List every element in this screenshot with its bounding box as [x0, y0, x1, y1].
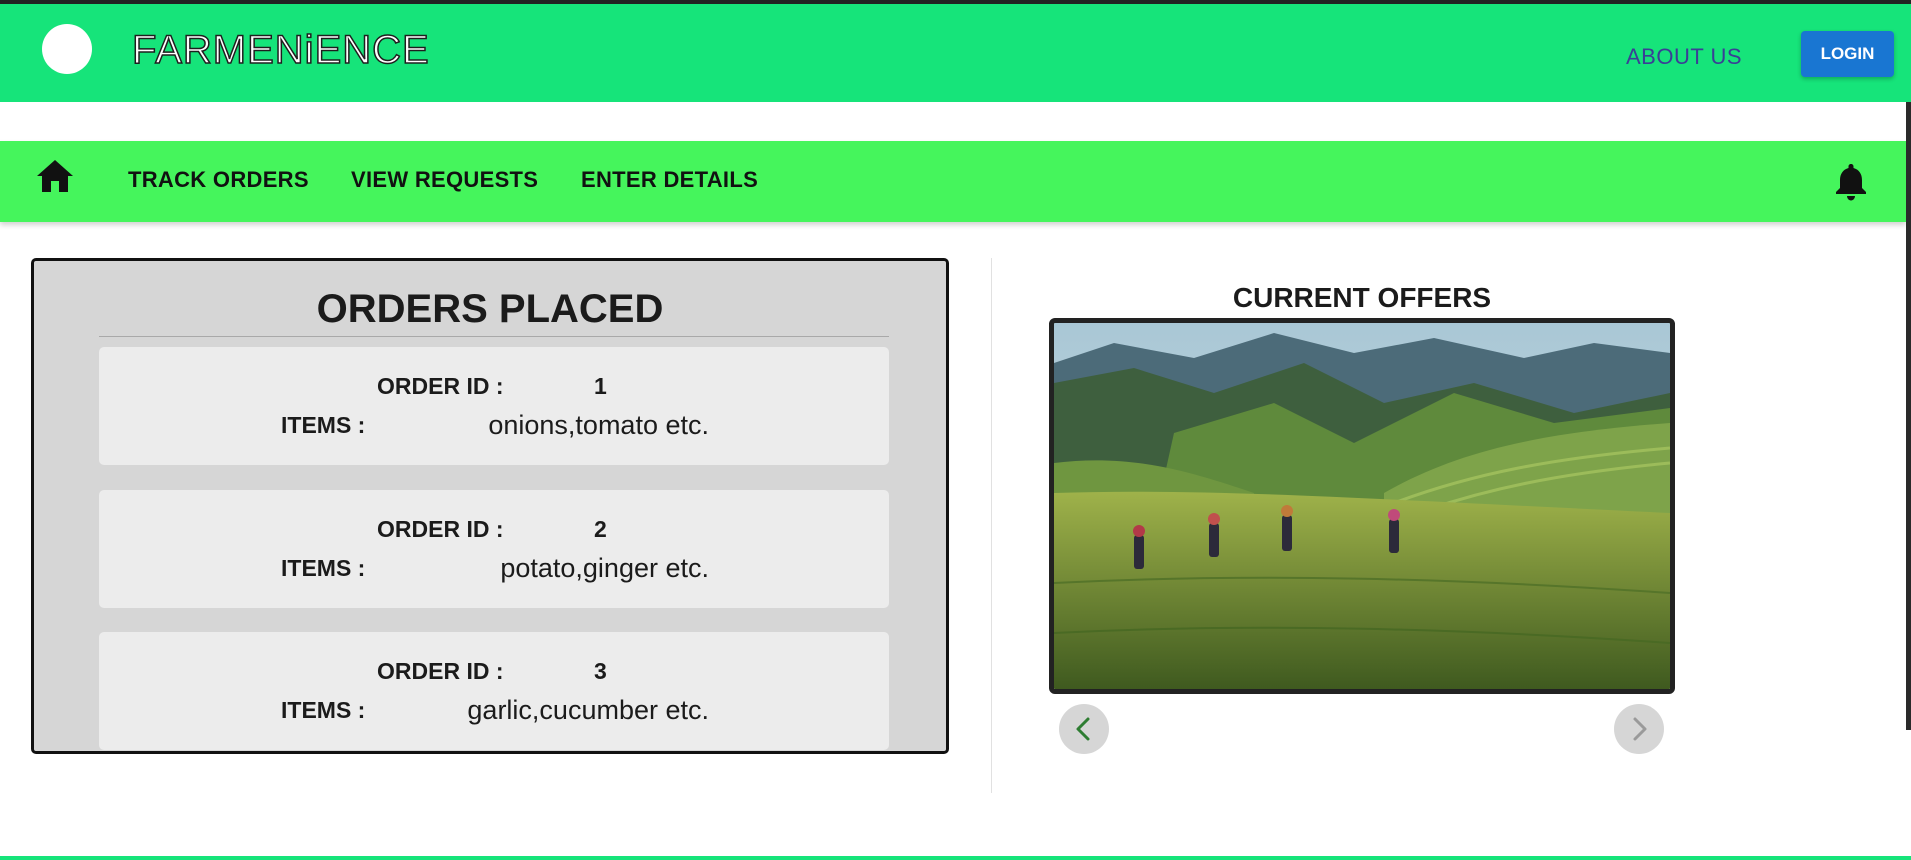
brand-title: FARMENiENCE — [131, 27, 430, 73]
logo-icon[interactable] — [42, 24, 92, 74]
app-header: FARMENiENCE ABOUT US LOGIN — [0, 4, 1911, 102]
items-value: onions,tomato etc. — [488, 410, 709, 440]
carousel-next-button[interactable] — [1614, 704, 1664, 754]
offers-title: CURRENT OFFERS — [1232, 282, 1492, 313]
nav-view-requests[interactable]: VIEW REQUESTS — [351, 167, 538, 193]
carousel-prev-button[interactable] — [1059, 704, 1109, 754]
order-id-label: ORDER ID : — [377, 373, 504, 399]
order-id-value: 2 — [594, 516, 607, 542]
offer-carousel-image[interactable] — [1049, 318, 1675, 694]
orders-title: ORDERS PLACED — [316, 287, 664, 331]
order-card[interactable]: ORDER ID : 2 ITEMS : potato,ginger etc. — [99, 490, 889, 608]
about-us-link[interactable]: ABOUT US — [1626, 44, 1742, 70]
items-label: ITEMS : — [281, 412, 366, 438]
chevron-right-icon — [1633, 717, 1647, 741]
footer-border — [0, 856, 1911, 860]
items-label: ITEMS : — [281, 697, 366, 723]
order-id-label: ORDER ID : — [377, 658, 504, 684]
items-value: garlic,cucumber etc. — [467, 695, 709, 725]
section-divider — [991, 258, 992, 793]
rice-terrace-image — [1054, 323, 1670, 689]
items-value: potato,ginger etc. — [500, 553, 709, 583]
login-button[interactable]: LOGIN — [1801, 31, 1894, 77]
nav-enter-details[interactable]: ENTER DETAILS — [581, 167, 758, 193]
orders-panel: ORDERS PLACED ORDER ID : 1 ITEMS : onion… — [31, 258, 949, 754]
order-id-label: ORDER ID : — [377, 516, 504, 542]
bell-icon[interactable] — [1834, 161, 1868, 201]
nav-track-orders[interactable]: TRACK ORDERS — [128, 167, 309, 193]
order-id-value: 1 — [594, 373, 607, 399]
chevron-left-icon — [1076, 717, 1090, 741]
order-card[interactable]: ORDER ID : 3 ITEMS : garlic,cucumber etc… — [99, 632, 889, 750]
order-id-value: 3 — [594, 658, 607, 684]
items-label: ITEMS : — [281, 555, 366, 581]
orders-divider — [99, 336, 889, 337]
home-icon[interactable] — [36, 158, 74, 194]
order-card[interactable]: ORDER ID : 1 ITEMS : onions,tomato etc. — [99, 347, 889, 465]
page-scrollbar[interactable] — [1906, 102, 1911, 730]
